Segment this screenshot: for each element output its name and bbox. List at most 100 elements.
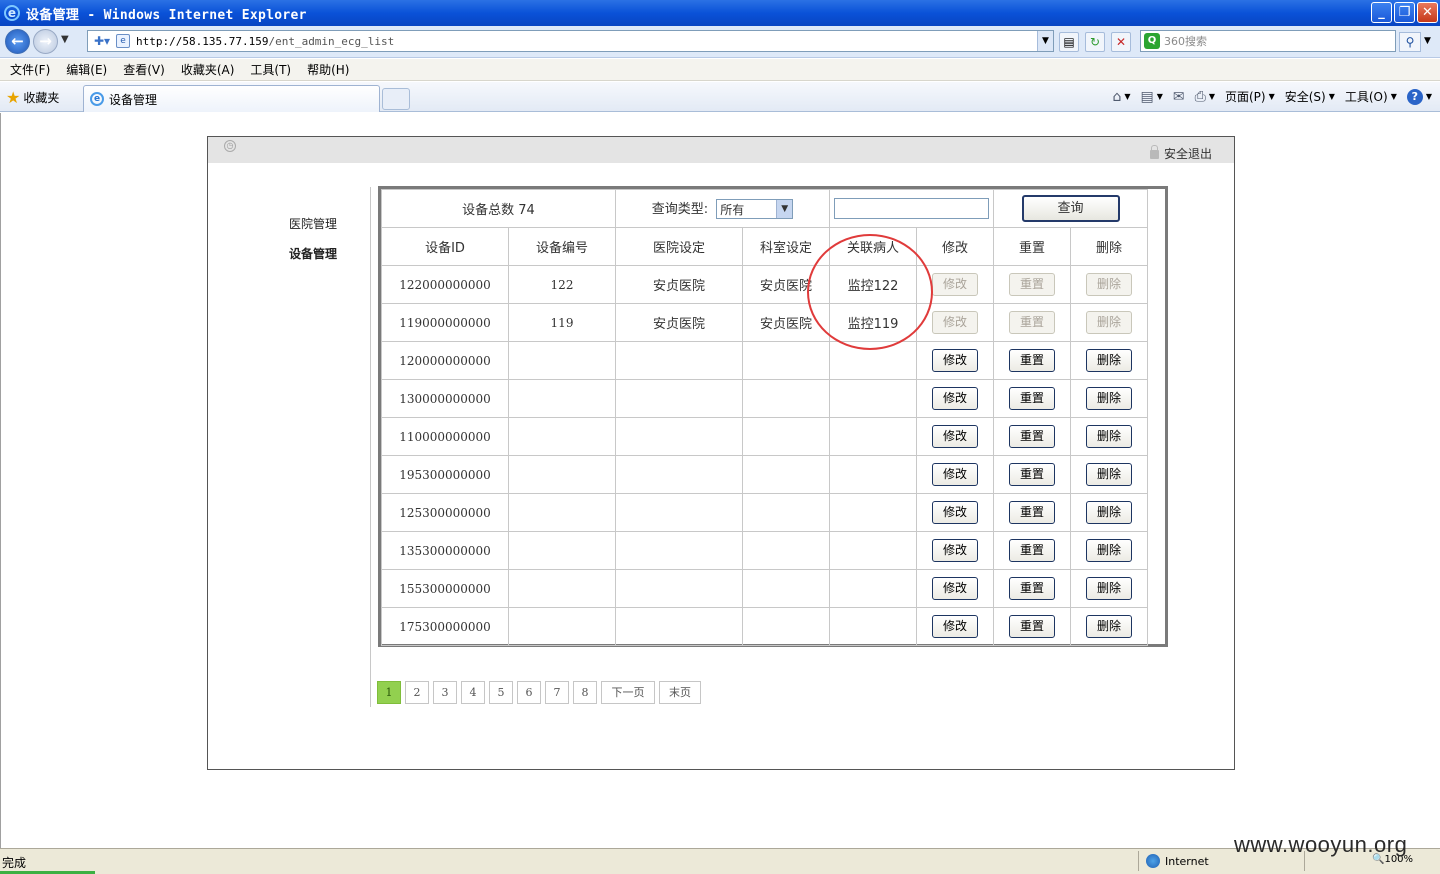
search-provider-icon: Q [1144,33,1160,49]
mail-button[interactable]: ✉ [1173,89,1185,105]
page-7-button[interactable]: 7 [545,681,569,704]
edit-button[interactable]: 修改 [932,349,978,372]
menu-view[interactable]: 查看(V) [123,61,165,78]
edit-button[interactable]: 修改 [932,539,978,562]
reset-button[interactable]: 重置 [1009,615,1055,638]
tab-device-management[interactable]: e 设备管理 [83,85,380,112]
status-divider [1138,851,1139,871]
page-4-button[interactable]: 4 [461,681,485,704]
delete-button[interactable]: 删除 [1086,577,1132,600]
edit-button[interactable]: 修改 [932,425,978,448]
page-menu[interactable]: 页面(P) ▼ [1225,88,1275,105]
edit-button[interactable]: 修改 [932,387,978,410]
reset-cell: 重置 [993,379,1071,418]
favorites-button[interactable]: ★ 收藏夹 [6,88,59,107]
search-options-dropdown[interactable]: ▼ [1424,36,1431,46]
feeds-button[interactable]: ▤ ▼ [1140,89,1162,105]
maximize-button[interactable]: ❐ [1394,2,1415,23]
menu-tools[interactable]: 工具(T) [250,61,291,78]
watermark: www.wooyun.org [1234,832,1408,857]
back-button[interactable]: ← [5,29,30,54]
delete-cell: 删除 [1070,455,1148,494]
menu-help[interactable]: 帮助(H) [307,61,349,78]
compatibility-view-icon[interactable]: ▤ [1059,32,1079,52]
page-menu-label: 页面(P) [1224,90,1266,104]
page-5-button[interactable]: 5 [489,681,513,704]
delete-cell: 删除 [1070,265,1148,304]
search-icon[interactable]: ⚲ [1399,32,1421,52]
search-input[interactable]: Q 360搜索 [1140,30,1396,52]
device-number-cell [508,569,616,608]
query-input[interactable] [834,198,989,219]
edit-button[interactable]: 修改 [932,501,978,524]
minimize-button[interactable]: _ [1371,2,1392,23]
edit-button[interactable]: 修改 [932,615,978,638]
delete-button[interactable]: 删除 [1086,539,1132,562]
reset-button[interactable]: 重置 [1009,349,1055,372]
device-id-cell: 122000000000 [381,265,509,304]
department-cell [742,341,830,380]
next-page-button[interactable]: 下一页 [601,681,655,704]
page-8-button[interactable]: 8 [573,681,597,704]
delete-button[interactable]: 删除 [1086,463,1132,486]
page-3-button[interactable]: 3 [433,681,457,704]
patient-cell [829,417,917,456]
reset-button: 重置 [1009,273,1055,296]
table-body: 122000000000 122 安贞医院 安贞医院 监控122 修改 重置 删除 119000… [381,265,1148,646]
new-tab-button[interactable] [382,88,410,110]
pagination: 1 2 3 4 5 6 7 8 下一页 末页 [377,681,701,704]
query-button[interactable]: 查询 [1021,195,1120,222]
tools-menu[interactable]: 工具(O) ▼ [1345,88,1397,105]
safety-menu[interactable]: 安全(S) ▼ [1285,88,1335,105]
reset-button[interactable]: 重置 [1009,501,1055,524]
patient-cell [829,607,917,646]
star-icon: ★ [6,88,21,107]
menu-edit[interactable]: 编辑(E) [66,61,107,78]
page-6-button[interactable]: 6 [517,681,541,704]
address-bar[interactable]: ✚▾ e http://58.135.77.159/ent_admin_ecg_… [87,30,1054,52]
sidebar-divider [370,187,371,707]
print-button[interactable]: ⎙ ▼ [1195,89,1215,105]
page-1-button[interactable]: 1 [377,681,401,704]
sidebar-item-hospital[interactable]: 医院管理 [289,209,337,239]
close-button[interactable]: ✕ [1417,2,1438,23]
reset-button[interactable]: 重置 [1009,425,1055,448]
device-number-cell [508,379,616,418]
menu-file[interactable]: 文件(F) [10,61,50,78]
add-favorite-icon[interactable]: ✚▾ [88,34,116,48]
delete-button[interactable]: 删除 [1086,501,1132,524]
address-url[interactable]: http://58.135.77.159/ent_admin_ecg_list [136,35,394,48]
forward-button[interactable]: → [33,29,58,54]
last-page-button[interactable]: 末页 [659,681,701,704]
refresh-icon[interactable]: ↻ [1085,32,1105,52]
hospital-cell [615,455,743,494]
stop-icon[interactable]: ✕ [1111,32,1131,52]
page-2-button[interactable]: 2 [405,681,429,704]
security-zone[interactable]: Internet [1146,854,1209,868]
logout-link[interactable]: 安全退出 [1149,145,1212,162]
edit-cell: 修改 [916,379,994,418]
tab-page-icon: e [90,92,104,106]
delete-button[interactable]: 删除 [1086,349,1132,372]
recent-pages-dropdown[interactable]: ▼ [61,34,69,45]
home-button[interactable]: ⌂ ▼ [1112,89,1130,105]
reset-button[interactable]: 重置 [1009,387,1055,410]
help-menu[interactable]: ? ▼ [1406,88,1432,105]
edit-button[interactable]: 修改 [932,463,978,486]
status-bar: 完成 Internet 🔍 100% [0,848,1440,874]
table-row: 155300000000 修改 重置 删除 [381,569,1148,608]
query-type-select[interactable]: 所有 ▼ [716,199,794,220]
reset-button[interactable]: 重置 [1009,539,1055,562]
delete-button[interactable]: 删除 [1086,387,1132,410]
department-cell [742,455,830,494]
reset-button[interactable]: 重置 [1009,463,1055,486]
menu-favorites[interactable]: 收藏夹(A) [181,61,235,78]
status-text: 完成 [2,856,27,870]
address-dropdown-icon[interactable]: ▼ [1037,31,1053,51]
edit-button[interactable]: 修改 [932,577,978,600]
delete-button[interactable]: 删除 [1086,615,1132,638]
reset-button[interactable]: 重置 [1009,577,1055,600]
device-id-cell: 119000000000 [381,303,509,342]
delete-button[interactable]: 删除 [1086,425,1132,448]
sidebar-item-devices[interactable]: 设备管理 [289,239,337,269]
